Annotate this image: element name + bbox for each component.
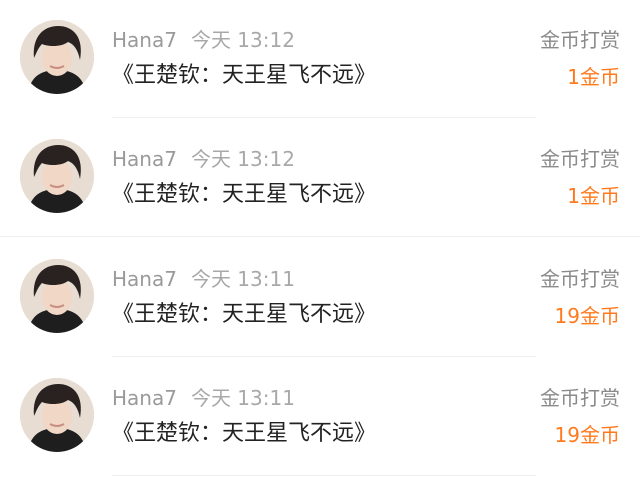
timestamp: 今天 13:12 xyxy=(190,28,295,52)
divider xyxy=(0,236,640,237)
reward-type: 金币打赏 xyxy=(540,386,620,410)
reward-record-list: Hana7 今天 13:12 《王楚钦：天王星飞不远》 金币打赏 1金币 Hana… xyxy=(0,0,640,477)
list-item[interactable]: Hana7 今天 13:12 《王楚钦：天王星飞不远》 金币打赏 1金币 xyxy=(0,0,640,119)
reward-amount: 1金币 xyxy=(567,184,620,208)
list-item[interactable]: Hana7 今天 13:12 《王楚钦：天王星飞不远》 金币打赏 1金币 xyxy=(0,119,640,238)
avatar[interactable] xyxy=(20,378,94,452)
timestamp: 今天 13:11 xyxy=(190,386,295,410)
reward-amount: 19金币 xyxy=(554,423,620,447)
username[interactable]: Hana7 xyxy=(112,386,177,410)
reward-type: 金币打赏 xyxy=(540,267,620,291)
avatar[interactable] xyxy=(20,20,94,94)
list-item[interactable]: Hana7 今天 13:11 《王楚钦：天王星飞不远》 金币打赏 19金币 xyxy=(0,358,640,477)
record-meta: Hana7 今天 13:11 xyxy=(112,386,295,410)
divider xyxy=(112,356,536,357)
username[interactable]: Hana7 xyxy=(112,267,177,291)
gift-title: 《王楚钦：天王星飞不远》 xyxy=(112,302,377,327)
list-item[interactable]: Hana7 今天 13:11 《王楚钦：天王星飞不远》 金币打赏 19金币 xyxy=(0,239,640,358)
avatar[interactable] xyxy=(20,259,94,333)
reward-type: 金币打赏 xyxy=(540,147,620,171)
record-meta: Hana7 今天 13:12 xyxy=(112,28,295,52)
avatar[interactable] xyxy=(20,139,94,213)
divider xyxy=(112,475,536,476)
divider xyxy=(112,117,536,118)
record-meta: Hana7 今天 13:11 xyxy=(112,267,295,291)
timestamp: 今天 13:11 xyxy=(190,267,295,291)
username[interactable]: Hana7 xyxy=(112,28,177,52)
gift-title: 《王楚钦：天王星飞不远》 xyxy=(112,63,377,88)
gift-title: 《王楚钦：天王星飞不远》 xyxy=(112,421,377,446)
reward-amount: 1金币 xyxy=(567,65,620,89)
record-meta: Hana7 今天 13:12 xyxy=(112,147,295,171)
username[interactable]: Hana7 xyxy=(112,147,177,171)
reward-type: 金币打赏 xyxy=(540,28,620,52)
gift-title: 《王楚钦：天王星飞不远》 xyxy=(112,182,377,207)
reward-amount: 19金币 xyxy=(554,304,620,328)
timestamp: 今天 13:12 xyxy=(190,147,295,171)
